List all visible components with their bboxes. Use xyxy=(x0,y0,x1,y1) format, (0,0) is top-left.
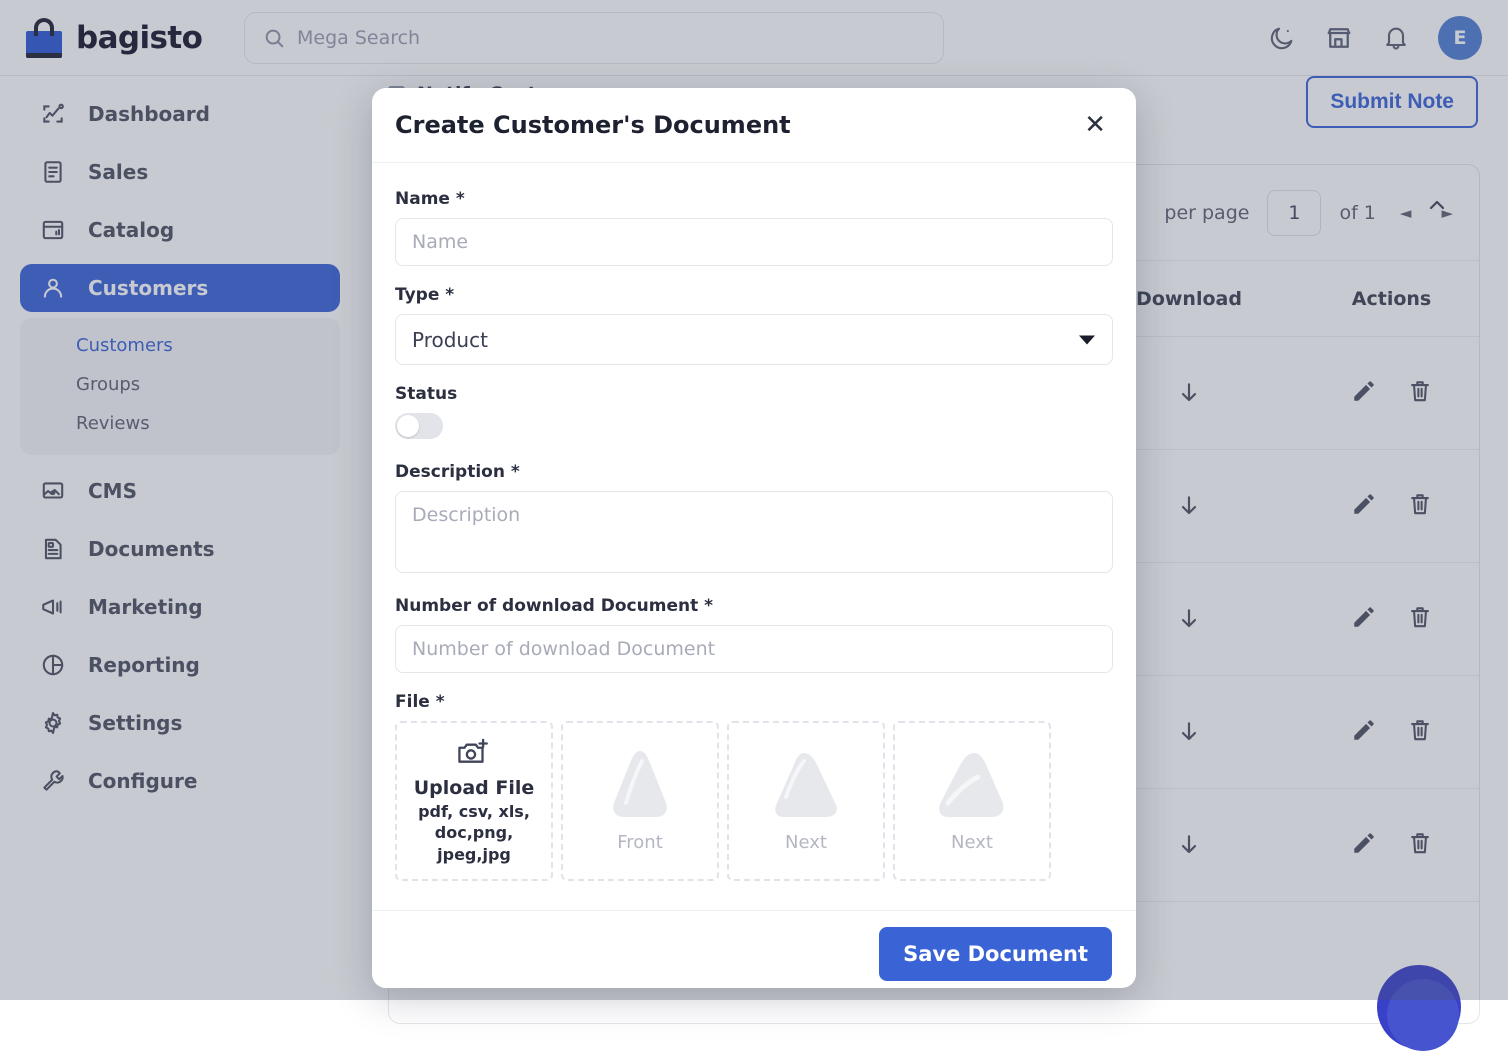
type-selected-value: Product xyxy=(412,328,488,352)
thumbnail-label: Next xyxy=(785,832,827,853)
file-thumbnail-1[interactable]: Front xyxy=(561,721,719,881)
modal-header: Create Customer's Document ✕ xyxy=(372,88,1136,163)
camera-plus-icon xyxy=(457,737,491,771)
broken-image-icon xyxy=(926,745,1018,829)
upload-file-title: Upload File xyxy=(414,777,535,799)
field-description: Description * xyxy=(395,462,1113,577)
type-label: Type * xyxy=(395,285,1113,305)
description-textarea[interactable] xyxy=(395,491,1113,573)
file-thumbnail-2[interactable]: Next xyxy=(727,721,885,881)
chevron-down-icon xyxy=(1079,335,1095,344)
downloads-label: Number of download Document * xyxy=(395,596,1113,616)
file-thumbnail-3[interactable]: Next xyxy=(893,721,1051,881)
broken-image-icon xyxy=(594,745,686,829)
save-document-button[interactable]: Save Document xyxy=(879,927,1112,981)
field-file: File * Upload File pdf, csv, xls,doc,png… xyxy=(395,692,1113,881)
close-icon[interactable]: ✕ xyxy=(1078,108,1112,142)
modal-footer: Save Document xyxy=(372,910,1136,988)
upload-file-box[interactable]: Upload File pdf, csv, xls,doc,png, jpeg,… xyxy=(395,721,553,881)
toggle-knob xyxy=(397,415,419,437)
name-input[interactable] xyxy=(395,218,1113,266)
broken-image-icon xyxy=(760,745,852,829)
field-downloads: Number of download Document * xyxy=(395,596,1113,673)
downloads-input[interactable] xyxy=(395,625,1113,673)
thumbnail-label: Front xyxy=(617,832,663,853)
modal-body: Name * Type * Product Status Description… xyxy=(372,163,1136,910)
file-label: File * xyxy=(395,692,1113,712)
description-label: Description * xyxy=(395,462,1113,482)
status-toggle[interactable] xyxy=(395,413,443,439)
name-label: Name * xyxy=(395,189,1113,209)
type-select[interactable]: Product xyxy=(395,314,1113,365)
thumbnail-label: Next xyxy=(951,832,993,853)
field-status: Status xyxy=(395,384,1113,443)
status-label: Status xyxy=(395,384,1113,404)
file-upload-row: Upload File pdf, csv, xls,doc,png, jpeg,… xyxy=(395,721,1113,881)
field-type: Type * Product xyxy=(395,285,1113,365)
upload-file-formats: pdf, csv, xls,doc,png, jpeg,jpg xyxy=(397,801,551,866)
create-document-modal: Create Customer's Document ✕ Name * Type… xyxy=(372,88,1136,988)
field-name: Name * xyxy=(395,189,1113,266)
modal-title: Create Customer's Document xyxy=(395,111,791,139)
